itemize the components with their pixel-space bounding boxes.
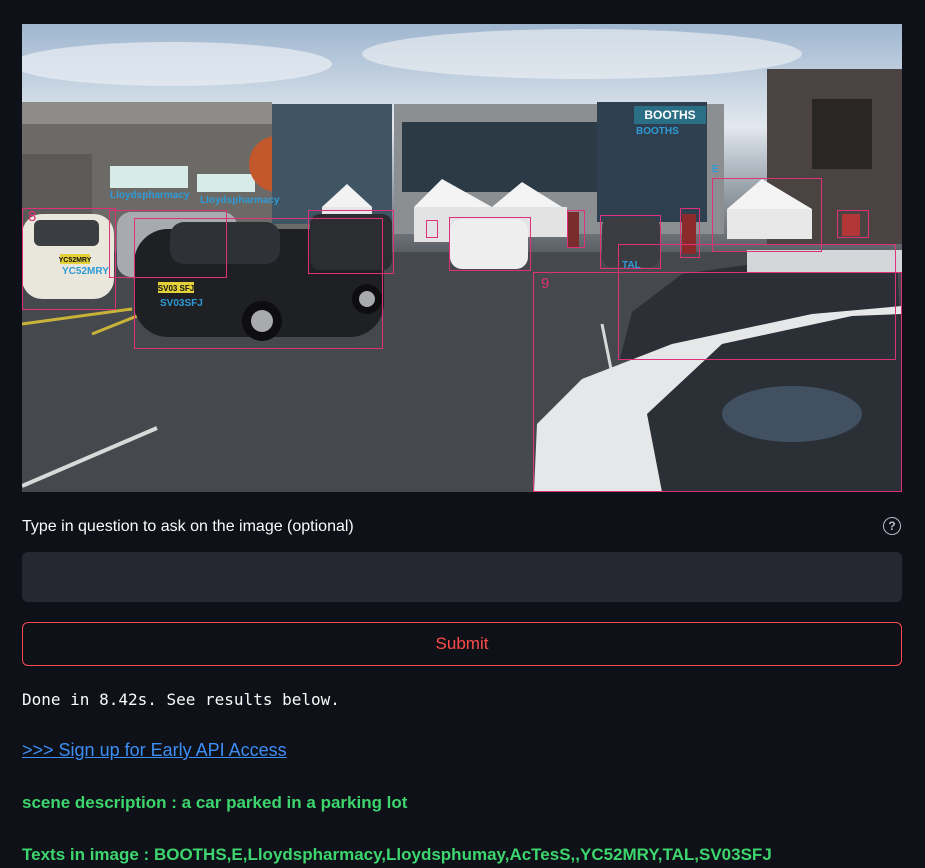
question-row: Type in question to ask on the image (op… <box>22 516 902 538</box>
detection-label-8: 8 <box>28 208 37 225</box>
ocr-label-lloyds: Lloydspharmacy <box>110 190 190 201</box>
texts-in-image: Texts in image : BOOTHS,E,Lloydspharmacy… <box>22 845 772 864</box>
detection-label-9: 9 <box>541 275 550 292</box>
detection-box <box>837 210 869 238</box>
booths-store-sign: BOOTHS <box>644 108 695 122</box>
scene-description: scene description : a car parked in a pa… <box>22 793 408 812</box>
detection-box <box>426 220 438 238</box>
ocr-label-e: E <box>712 164 719 175</box>
question-input[interactable] <box>22 552 902 602</box>
help-icon[interactable]: ? <box>883 517 901 535</box>
ocr-label-tal: TAL <box>622 260 641 271</box>
detection-box <box>712 178 822 252</box>
detection-box <box>449 217 531 271</box>
status-text: Done in 8.42s. See results below. <box>22 690 340 709</box>
detection-box <box>308 210 394 274</box>
ocr-label-yc52mry: YC52MRY <box>62 266 109 277</box>
ocr-label-sv03sfj: SV03SFJ <box>160 298 203 309</box>
detection-box <box>533 272 902 492</box>
detection-box <box>567 210 585 248</box>
question-label: Type in question to ask on the image (op… <box>22 518 354 535</box>
early-api-access-link[interactable]: >>> Sign up for Early API Access <box>22 740 287 761</box>
result-image: BOOTHS SV03 SFJ YC52MRY 8 9 BOOTHS E Llo… <box>22 24 902 492</box>
ocr-label-lloyds: Lloydspharmacy <box>200 195 280 206</box>
submit-button[interactable]: Submit <box>22 622 902 666</box>
ocr-label-booths: BOOTHS <box>636 126 679 137</box>
